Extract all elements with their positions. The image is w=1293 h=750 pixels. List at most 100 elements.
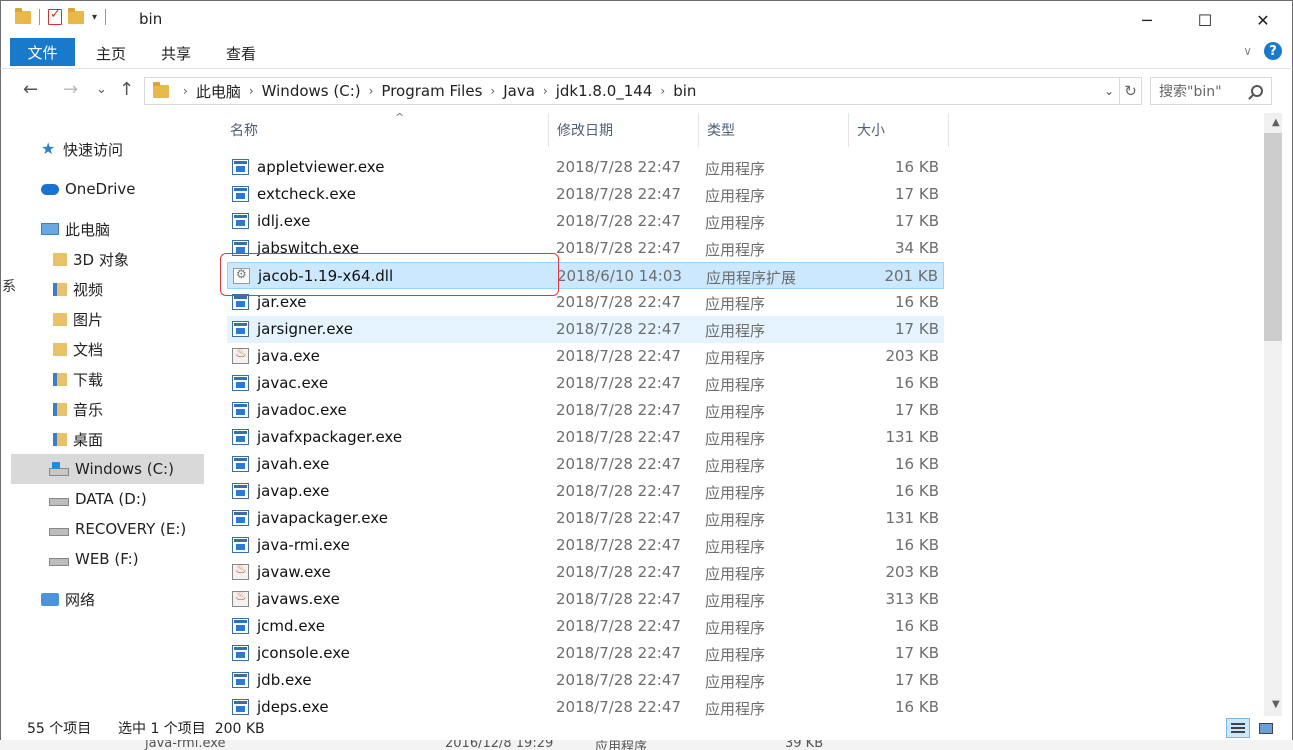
file-modified-date: 2018/6/10 14:03 xyxy=(557,267,682,285)
file-name: javah.exe xyxy=(257,455,330,473)
tab-share[interactable]: 共享 xyxy=(161,43,191,64)
file-row[interactable]: java-rmi.exe 2018/7/28 22:47 应用程序 16 KB xyxy=(227,532,944,559)
file-name: idlj.exe xyxy=(257,212,311,230)
minimize-button[interactable]: ─ xyxy=(1118,1,1176,39)
file-row[interactable]: jabswitch.exe 2018/7/28 22:47 应用程序 34 KB xyxy=(227,235,944,262)
file-row[interactable]: idlj.exe 2018/7/28 22:47 应用程序 17 KB xyxy=(227,208,944,235)
column-header-date[interactable]: 修改日期 xyxy=(549,113,699,147)
sidebar-item-this-pc[interactable]: 此电脑 xyxy=(11,214,204,244)
file-modified-date: 2018/7/28 22:47 xyxy=(556,374,681,392)
sidebar-item-onedrive[interactable]: OneDrive xyxy=(11,174,204,204)
help-icon[interactable]: ? xyxy=(1264,42,1282,60)
refresh-button[interactable]: ↻ xyxy=(1119,78,1141,104)
scroll-down-arrow-icon[interactable]: ▼ xyxy=(1272,699,1280,710)
file-row[interactable]: extcheck.exe 2018/7/28 22:47 应用程序 17 KB xyxy=(227,181,944,208)
sidebar-item-web-f[interactable]: WEB (F:) xyxy=(11,544,204,574)
expand-ribbon-chevron-icon[interactable]: ∨ xyxy=(1243,44,1252,58)
back-button[interactable]: ← xyxy=(23,79,38,100)
tab-view[interactable]: 查看 xyxy=(226,43,256,64)
exe-file-icon xyxy=(232,402,249,418)
file-row[interactable]: jdeps.exe 2018/7/28 22:47 应用程序 16 KB xyxy=(227,694,944,716)
recent-locations-button[interactable]: ⌄ xyxy=(96,82,107,97)
address-history-dropdown[interactable]: ⌄ xyxy=(1099,84,1119,98)
breadcrumb-separator[interactable]: › xyxy=(183,84,188,98)
column-header-size[interactable]: 大小 xyxy=(849,113,949,147)
maximize-button[interactable]: ☐ xyxy=(1176,1,1234,39)
sidebar-item-documents[interactable]: 文档 xyxy=(11,334,204,364)
file-row[interactable]: jconsole.exe 2018/7/28 22:47 应用程序 17 KB xyxy=(227,640,944,667)
scrollbar-thumb[interactable] xyxy=(1264,133,1282,341)
file-row[interactable]: javap.exe 2018/7/28 22:47 应用程序 16 KB xyxy=(227,478,944,505)
breadcrumb-this-pc[interactable]: 此电脑 xyxy=(196,81,241,102)
exe-file-icon xyxy=(232,645,249,661)
column-header-type[interactable]: 类型 xyxy=(699,113,849,147)
scroll-up-arrow-icon[interactable]: ▲ xyxy=(1272,117,1280,128)
background-window-strip: java-rmi.exe 2016/12/8 19:29 应用程序 39 KB xyxy=(0,740,1293,750)
search-box[interactable]: 搜索"bin" xyxy=(1150,77,1272,105)
file-row[interactable]: javafxpackager.exe 2018/7/28 22:47 应用程序 131… xyxy=(227,424,944,451)
file-modified-date: 2018/7/28 22:47 xyxy=(556,617,681,635)
file-modified-date: 2018/7/28 22:47 xyxy=(556,320,681,338)
sidebar-item-videos[interactable]: 视频 xyxy=(11,274,204,304)
background-file-size: 39 KB xyxy=(785,740,824,750)
file-row[interactable]: javaw.exe 2018/7/28 22:47 应用程序 203 KB xyxy=(227,559,944,586)
search-input[interactable]: 搜索"bin" xyxy=(1159,81,1222,101)
breadcrumb-separator[interactable]: › xyxy=(369,84,374,98)
exe-file-icon xyxy=(232,429,249,445)
sidebar-item-desktop[interactable]: 桌面 xyxy=(11,424,204,454)
breadcrumb-bin[interactable]: bin xyxy=(673,82,696,100)
forward-button[interactable]: → xyxy=(63,79,78,100)
file-row[interactable]: jcmd.exe 2018/7/28 22:47 应用程序 16 KB xyxy=(227,613,944,640)
sidebar-item-network[interactable]: 网络 xyxy=(11,584,204,614)
up-button[interactable]: ↑ xyxy=(119,79,134,100)
breadcrumb-java[interactable]: Java xyxy=(503,82,535,100)
sidebar-item-quick-access[interactable]: ★ 快速访问 xyxy=(11,134,204,164)
file-row[interactable]: javaws.exe 2018/7/28 22:47 应用程序 313 KB xyxy=(227,586,944,613)
sidebar-item-recovery-e[interactable]: RECOVERY (E:) xyxy=(11,514,204,544)
customize-toolbar-chevron-icon[interactable]: ▾ xyxy=(92,12,97,23)
new-folder-icon[interactable] xyxy=(68,7,84,24)
file-list: 名称 ^ 修改日期 类型 大小 appletviewer.exe 2018/7/2… xyxy=(207,113,1263,716)
column-header-name[interactable]: 名称 ^ xyxy=(222,113,549,147)
file-row[interactable]: appletviewer.exe 2018/7/28 22:47 应用程序 16 KB xyxy=(227,154,944,181)
file-row[interactable]: jdb.exe 2018/7/28 22:47 应用程序 17 KB xyxy=(227,667,944,694)
file-row[interactable]: javadoc.exe 2018/7/28 22:47 应用程序 17 KB xyxy=(227,397,944,424)
sidebar-item-windows-c[interactable]: Windows (C:) xyxy=(11,454,204,484)
breadcrumb-windows-c[interactable]: Windows (C:) xyxy=(262,82,361,100)
file-row[interactable]: javapackager.exe 2018/7/28 22:47 应用程序 131 K… xyxy=(227,505,944,532)
breadcrumb-jdk[interactable]: jdk1.8.0_144 xyxy=(556,82,653,100)
file-row[interactable]: jar.exe 2018/7/28 22:47 应用程序 16 KB xyxy=(227,289,944,316)
sidebar-item-data-d[interactable]: DATA (D:) xyxy=(11,484,204,514)
breadcrumb-separator[interactable]: › xyxy=(249,84,254,98)
breadcrumb-separator[interactable]: › xyxy=(543,84,548,98)
cloud-icon xyxy=(41,183,59,195)
breadcrumb-program-files[interactable]: Program Files xyxy=(381,82,482,100)
file-row[interactable]: jarsigner.exe 2018/7/28 22:47 应用程序 17 KB xyxy=(227,316,944,343)
sidebar-item-downloads[interactable]: 下载 xyxy=(11,364,204,394)
tab-home[interactable]: 主页 xyxy=(96,43,126,64)
large-icons-view-button[interactable] xyxy=(1254,718,1278,738)
breadcrumb-separator[interactable]: › xyxy=(660,84,665,98)
breadcrumb-separator[interactable]: › xyxy=(490,84,495,98)
details-view-button[interactable] xyxy=(1226,718,1250,738)
sidebar-item-label: 图片 xyxy=(73,310,104,329)
navigation-pane: 系 ★ 快速访问 OneDrive 此电脑 3D 对象 视频 图片 文档 下载 … xyxy=(0,113,207,716)
file-row[interactable]: jacob-1.19-x64.dll 2018/6/10 14:03 应用程序扩展 2… xyxy=(227,262,944,289)
file-size: 203 KB xyxy=(885,347,939,365)
tab-file[interactable]: 文件 xyxy=(10,38,75,66)
file-row[interactable]: javac.exe 2018/7/28 22:47 应用程序 16 KB xyxy=(227,370,944,397)
file-row[interactable]: java.exe 2018/7/28 22:47 应用程序 203 KB xyxy=(227,343,944,370)
address-bar[interactable]: › 此电脑 › Windows (C:) › Program Files › J… xyxy=(144,77,1142,105)
properties-icon[interactable] xyxy=(48,7,62,25)
close-button[interactable]: ✕ xyxy=(1234,1,1292,39)
vertical-scrollbar[interactable]: ▲ ▼ xyxy=(1263,113,1293,716)
details-view-icon xyxy=(1231,723,1245,733)
sidebar-item-pictures[interactable]: 图片 xyxy=(11,304,204,334)
sidebar-item-3d-objects[interactable]: 3D 对象 xyxy=(11,244,204,274)
file-row[interactable]: javah.exe 2018/7/28 22:47 应用程序 16 KB xyxy=(227,451,944,478)
window-controls: ─ ☐ ✕ xyxy=(1118,1,1292,39)
sidebar-item-music[interactable]: 音乐 xyxy=(11,394,204,424)
file-name: extcheck.exe xyxy=(257,185,357,203)
search-icon[interactable] xyxy=(1251,85,1263,97)
file-size: 131 KB xyxy=(885,428,939,446)
